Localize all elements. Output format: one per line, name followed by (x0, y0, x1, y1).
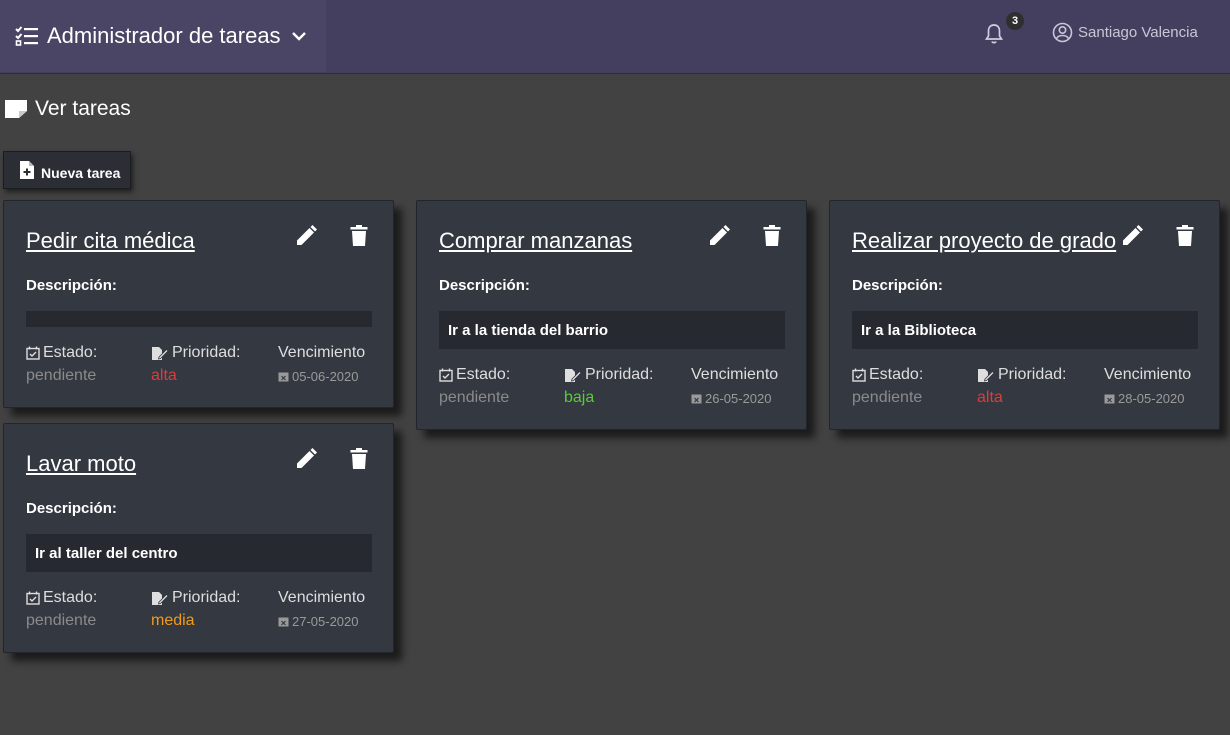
priority-edit-icon (565, 368, 582, 382)
edit-icon[interactable] (294, 447, 318, 471)
app-title: Administrador de tareas (47, 23, 281, 48)
edit-icon[interactable] (1120, 224, 1144, 248)
status-value: pendiente (852, 389, 923, 406)
due-field: Vencimiento 26-05-2020 (691, 366, 778, 406)
app-menu-button[interactable]: Administrador de tareas (0, 0, 326, 72)
calendar-x-icon (1104, 394, 1115, 404)
description-box (26, 311, 372, 327)
description-label: Descripción: (439, 277, 530, 294)
task-meta: Estado: pendiente Prioridad: alta Vencim… (26, 344, 376, 388)
status-value: pendiente (26, 367, 97, 384)
priority-label: Prioridad: (172, 589, 241, 606)
user-name: Santiago Valencia (1078, 24, 1198, 41)
description-box: Ir a la tienda del barrio (439, 311, 785, 349)
status-label: Estado: (43, 589, 98, 606)
priority-field: Prioridad: alta (977, 366, 1066, 407)
description-label: Descripción: (852, 277, 943, 294)
task-card: Lavar moto Descripción: Ir al taller del… (3, 423, 394, 653)
task-meta: Estado: pendiente Prioridad: baja Vencim… (439, 366, 789, 410)
user-menu[interactable]: Santiago Valencia (1052, 22, 1198, 43)
calendar-x-icon (278, 372, 289, 382)
status-label: Estado: (869, 366, 924, 383)
priority-label: Prioridad: (585, 366, 654, 383)
notifications-bell-icon[interactable] (982, 22, 1006, 46)
trash-icon[interactable] (1173, 224, 1197, 248)
task-title[interactable]: Comprar manzanas (439, 228, 632, 254)
description-label: Descripción: (26, 500, 117, 517)
priority-field: Prioridad: alta (151, 344, 240, 385)
status-field: Estado: pendiente (26, 589, 97, 630)
task-title[interactable]: Pedir cita médica (26, 228, 195, 254)
priority-field: Prioridad: media (151, 589, 240, 630)
task-card: Pedir cita médica Descripción: Estado: p… (3, 200, 394, 408)
file-plus-icon (20, 161, 34, 179)
new-task-label: Nueva tarea (41, 165, 121, 181)
trash-icon[interactable] (347, 447, 371, 471)
task-title[interactable]: Realizar proyecto de grado (852, 228, 1116, 254)
calendar-check-icon (852, 368, 866, 382)
due-field: Vencimiento 05-06-2020 (278, 344, 365, 384)
status-field: Estado: pendiente (26, 344, 97, 385)
calendar-x-icon (691, 394, 702, 404)
description-box: Ir al taller del centro (26, 534, 372, 572)
due-date: 05-06-2020 (292, 369, 359, 384)
status-field: Estado: pendiente (439, 366, 510, 407)
priority-label: Prioridad: (172, 344, 241, 361)
task-card: Comprar manzanas Descripción: Ir a la ti… (416, 200, 807, 430)
edit-icon[interactable] (294, 224, 318, 248)
due-label: Vencimiento (278, 589, 366, 606)
description-box: Ir a la Biblioteca (852, 311, 1198, 349)
task-meta: Estado: pendiente Prioridad: media Venci… (26, 589, 376, 633)
priority-edit-icon (152, 591, 169, 605)
priority-edit-icon (152, 346, 169, 360)
priority-value: baja (564, 389, 595, 406)
notifications-count-badge: 3 (1006, 12, 1024, 30)
due-label: Vencimiento (1104, 366, 1192, 383)
task-title[interactable]: Lavar moto (26, 451, 136, 477)
top-navbar: Administrador de tareas 3 Santiago Valen… (0, 0, 1230, 74)
calendar-x-icon (278, 617, 289, 627)
priority-edit-icon (978, 368, 995, 382)
calendar-check-icon (26, 591, 40, 605)
task-list-icon (15, 26, 38, 46)
task-meta: Estado: pendiente Prioridad: alta Vencim… (852, 366, 1202, 410)
new-task-button[interactable]: Nueva tarea (3, 151, 131, 189)
edit-icon[interactable] (707, 224, 731, 248)
description-label: Descripción: (26, 277, 117, 294)
due-date: 28-05-2020 (1118, 391, 1185, 406)
user-avatar-icon (1052, 22, 1073, 43)
trash-icon[interactable] (760, 224, 784, 248)
status-field: Estado: pendiente (852, 366, 923, 407)
trash-icon[interactable] (347, 224, 371, 248)
due-date: 26-05-2020 (705, 391, 772, 406)
priority-label: Prioridad: (998, 366, 1067, 383)
priority-value: alta (151, 367, 177, 384)
calendar-check-icon (26, 346, 40, 360)
status-label: Estado: (456, 366, 511, 383)
calendar-check-icon (439, 368, 453, 382)
status-value: pendiente (439, 389, 510, 406)
chevron-down-icon (291, 32, 306, 41)
due-label: Vencimiento (691, 366, 779, 383)
task-card: Realizar proyecto de grado Descripción: … (829, 200, 1220, 430)
due-field: Vencimiento 28-05-2020 (1104, 366, 1191, 406)
sticky-note-icon (5, 100, 27, 118)
due-date: 27-05-2020 (292, 614, 359, 629)
status-label: Estado: (43, 344, 98, 361)
priority-value: media (151, 612, 195, 629)
priority-value: alta (977, 389, 1003, 406)
due-field: Vencimiento 27-05-2020 (278, 589, 365, 629)
priority-field: Prioridad: baja (564, 366, 653, 407)
status-value: pendiente (26, 612, 97, 629)
due-label: Vencimiento (278, 344, 366, 361)
page-title: Ver tareas (4, 97, 131, 121)
page-title-text: Ver tareas (35, 97, 131, 120)
